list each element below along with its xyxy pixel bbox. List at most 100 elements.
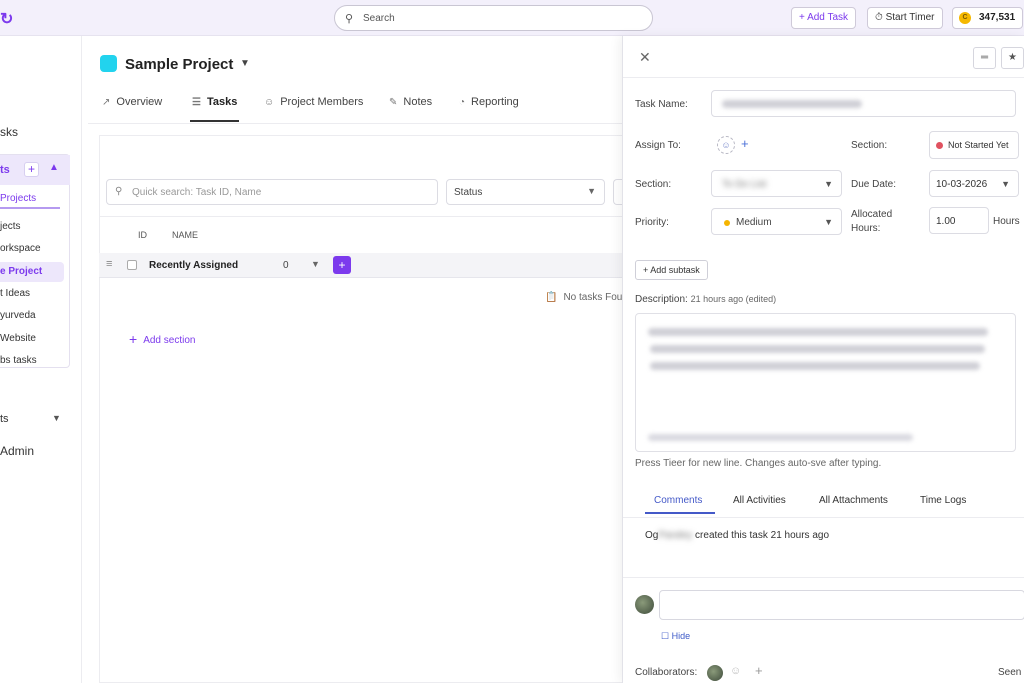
tab-all-activities[interactable]: All Activities bbox=[733, 495, 786, 506]
allocated-hours-input[interactable]: 1.00 bbox=[929, 207, 989, 234]
tab-project-members[interactable]: ☺ Project Members bbox=[264, 96, 363, 108]
project-title: Sample Project bbox=[125, 56, 234, 73]
sidebar-project-item-selected[interactable]: e Project bbox=[0, 262, 64, 282]
chevron-down-icon[interactable]: ▼ bbox=[311, 259, 320, 269]
active-tab-indicator bbox=[190, 120, 239, 122]
coins-badge[interactable]: C 347,531 bbox=[952, 7, 1024, 29]
status-select[interactable]: Not Started Yet bbox=[929, 131, 1019, 159]
admin-link[interactable]: Admin bbox=[0, 444, 34, 458]
chevron-up-icon[interactable]: ▲ bbox=[49, 162, 59, 173]
add-task-to-group-button[interactable]: + bbox=[333, 256, 351, 274]
tasks-heading[interactable]: sks bbox=[0, 125, 18, 139]
tab-overview[interactable]: ↗ Overview bbox=[102, 96, 162, 108]
coins-count: 347,531 bbox=[979, 12, 1016, 23]
sidebar-project-item[interactable]: yurveda bbox=[0, 306, 64, 326]
section-label-right: Section: bbox=[851, 140, 888, 151]
sidebar-section-label[interactable]: ts bbox=[0, 413, 9, 425]
tab-comments[interactable]: Comments bbox=[654, 495, 702, 506]
hide-label: Hide bbox=[671, 631, 691, 641]
add-section-button[interactable]: + Add section bbox=[129, 331, 195, 347]
activity-user-prefix: Og bbox=[645, 530, 659, 541]
comment-input[interactable] bbox=[659, 590, 1024, 620]
group-count: 0 bbox=[283, 260, 289, 271]
tab-reporting[interactable]: ◔ Reporting bbox=[459, 96, 519, 108]
tab-time-logs[interactable]: Time Logs bbox=[920, 495, 966, 506]
search-placeholder: Search bbox=[363, 13, 395, 24]
chevron-down-icon[interactable]: ▼ bbox=[52, 413, 61, 423]
add-section-label: Add section bbox=[143, 335, 196, 346]
users-icon: ☺ bbox=[264, 97, 275, 108]
priority-select[interactable]: Medium ▼ bbox=[711, 208, 842, 235]
tab-tasks-label: Tasks bbox=[206, 96, 238, 108]
note-icon: ✎ bbox=[389, 97, 398, 108]
status-filter-value: Status bbox=[454, 187, 483, 198]
sidebar-project-item[interactable]: orkspace bbox=[0, 239, 64, 259]
status-value: Not Started Yet bbox=[948, 140, 1009, 150]
column-header-id: ID bbox=[138, 230, 147, 240]
sidebar-project-item[interactable]: Website bbox=[0, 329, 64, 349]
collaborator-avatar[interactable] bbox=[707, 665, 723, 681]
projects-tab[interactable]: Projects bbox=[0, 189, 60, 209]
assign-to-label: Assign To: bbox=[635, 140, 681, 151]
sidebar-project-item[interactable]: t Ideas bbox=[0, 284, 64, 304]
search-icon: ⚲ bbox=[115, 186, 123, 197]
description-editor[interactable] bbox=[635, 313, 1016, 452]
drag-handle-icon[interactable]: ≡ bbox=[106, 258, 112, 270]
description-label: Description: 21 hours ago (edited) bbox=[635, 294, 776, 305]
sidebar-project-item[interactable]: bs tasks bbox=[0, 351, 64, 371]
global-search[interactable]: ⚲ Search bbox=[334, 5, 653, 31]
add-task-button[interactable]: + Add Task bbox=[791, 7, 857, 29]
task-group-row[interactable]: ≡ Recently Assigned 0 ▼ + bbox=[99, 253, 624, 278]
due-date-label: Due Date: bbox=[851, 179, 897, 190]
add-collaborator-icon[interactable]: + bbox=[755, 663, 763, 678]
task-name-input[interactable] bbox=[711, 90, 1016, 117]
add-project-button[interactable]: + bbox=[24, 162, 39, 177]
projects-panel: ts + ▲ Projects jects orkspace e Project… bbox=[0, 154, 70, 368]
chevron-down-icon[interactable]: ▼ bbox=[240, 58, 250, 69]
start-timer-label: Start Timer bbox=[885, 12, 935, 23]
clipboard-icon: ☰ bbox=[192, 97, 201, 108]
report-icon: ◔ bbox=[459, 97, 466, 108]
section-select[interactable]: To Do List ▼ bbox=[711, 170, 842, 197]
clipboard-icon: 📋 bbox=[545, 292, 558, 303]
tab-overview-label: Overview bbox=[116, 96, 163, 108]
app-logo-icon[interactable]: ↻ bbox=[0, 9, 14, 28]
sidebar-project-item[interactable]: jects bbox=[0, 217, 64, 237]
tab-notes-label: Notes bbox=[403, 96, 433, 108]
allocated-label: Allocated bbox=[851, 209, 893, 220]
priority-dot bbox=[724, 220, 730, 226]
tab-tasks[interactable]: ☰ Tasks bbox=[192, 96, 237, 108]
tab-notes[interactable]: ✎ Notes bbox=[389, 96, 432, 108]
tab-project-members-label: Project Members bbox=[280, 96, 364, 108]
task-name-label: Task Name: bbox=[635, 99, 688, 110]
add-subtask-button[interactable]: + Add subtask bbox=[635, 260, 708, 280]
divider bbox=[623, 77, 1024, 78]
empty-state: 📋 No tasks Fou bbox=[545, 292, 622, 303]
seen-label: Seen bbox=[998, 667, 1022, 678]
top-bar: ↻ ⚲ Search + Add Task ⏱ Start Timer C 347… bbox=[0, 0, 1024, 36]
description-meta: 21 hours ago (edited) bbox=[690, 294, 777, 304]
collaborators-label: Collaborators: bbox=[635, 667, 698, 678]
chevron-down-icon: ▼ bbox=[587, 186, 596, 196]
user-icon[interactable]: ☺ bbox=[717, 136, 735, 154]
close-icon[interactable]: ✕ bbox=[639, 49, 651, 66]
chevron-down-icon: ▼ bbox=[824, 179, 833, 189]
start-timer-button[interactable]: ⏱ Start Timer bbox=[867, 7, 943, 29]
pin-icon[interactable]: ★ bbox=[1001, 47, 1024, 69]
projects-header[interactable]: ts + ▲ bbox=[0, 155, 70, 185]
activity-entry: OgPandey created this task 21 hours ago bbox=[645, 530, 829, 541]
hours-label: Hours: bbox=[851, 223, 881, 234]
quick-search-input[interactable]: ⚲ Quick search: Task ID, Name bbox=[106, 179, 438, 205]
add-assignee-icon[interactable]: + bbox=[741, 136, 749, 151]
user-icon[interactable]: ☺ bbox=[730, 665, 741, 677]
menu-button[interactable]: ═ bbox=[973, 47, 996, 69]
editor-hint: Press Tieer for new line. Changes auto-s… bbox=[635, 458, 882, 469]
priority-value: Medium bbox=[736, 217, 772, 228]
allocated-hours-value: 1.00 bbox=[936, 216, 956, 227]
tab-all-attachments[interactable]: All Attachments bbox=[819, 495, 888, 506]
status-filter-select[interactable]: Status ▼ bbox=[446, 179, 605, 205]
group-checkbox[interactable] bbox=[127, 260, 137, 270]
divider bbox=[88, 123, 622, 124]
hide-toggle[interactable]: ☐ Hide bbox=[661, 631, 690, 642]
due-date-picker[interactable]: 10-03-2026 ▼ bbox=[929, 170, 1019, 197]
